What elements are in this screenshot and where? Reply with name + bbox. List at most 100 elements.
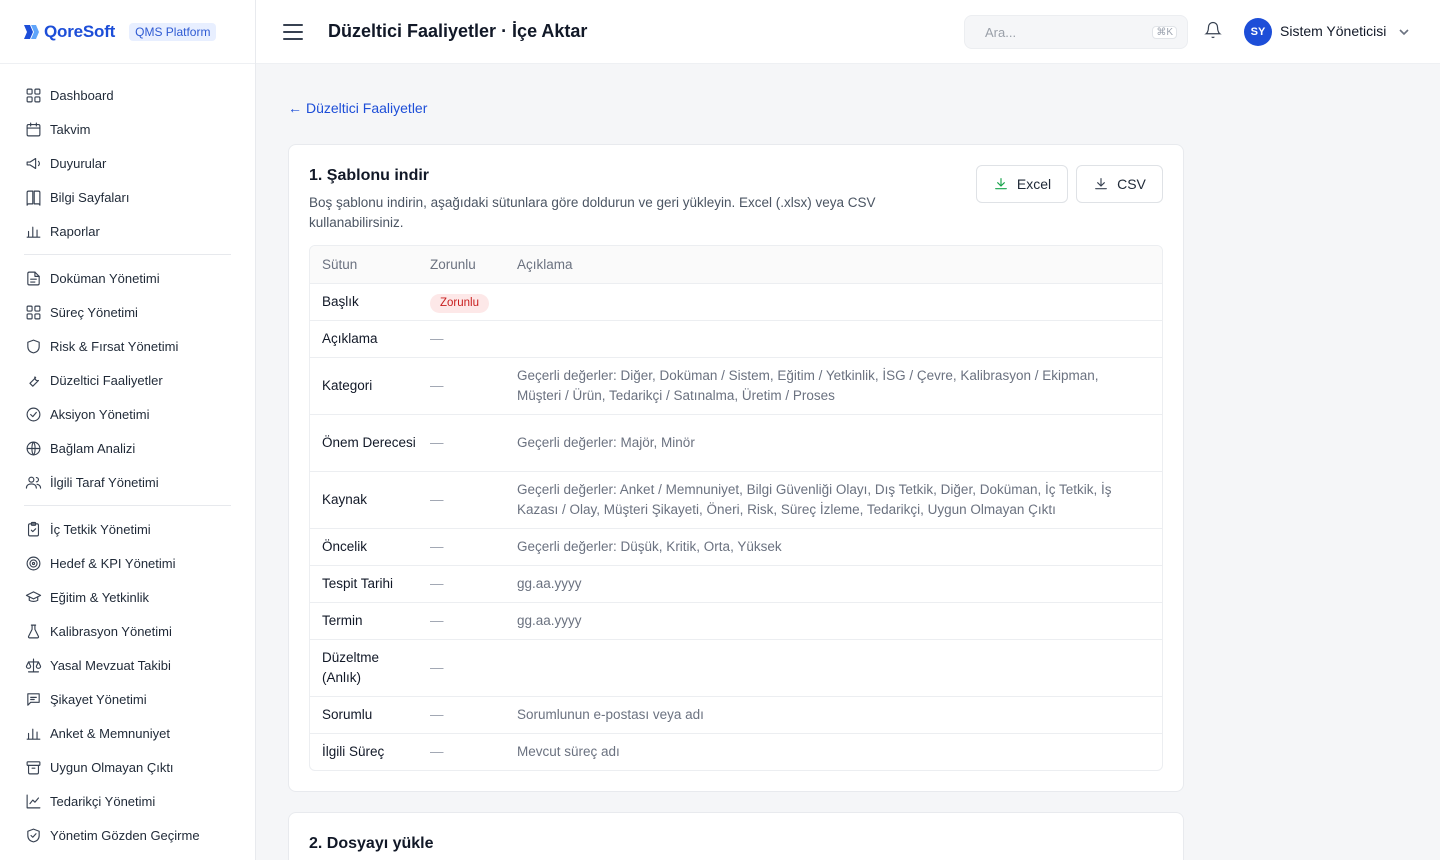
notifications-button[interactable] <box>1204 21 1224 41</box>
sidebar-item-label: Duyurular <box>50 155 107 171</box>
sidebar: QoreSoft QMS Platform Dashboard Takvim Duy… <box>0 0 256 860</box>
target-icon <box>24 554 42 572</box>
brand-header: QoreSoft QMS Platform <box>0 0 255 64</box>
sidebar-item-dashboard[interactable]: Dashboard <box>0 78 255 112</box>
bar-chart-icon <box>24 724 42 742</box>
topbar: Düzeltici Faaliyetler · İçe Aktar ⌘K SY … <box>256 0 1440 64</box>
back-link[interactable]: ← Düzeltici Faaliyetler <box>288 100 427 116</box>
calendar-icon <box>24 120 42 138</box>
sidebar-item-e-itim-yetkinlik[interactable]: Eğitim & Yetkinlik <box>0 580 255 614</box>
description-cell: Geçerli değerler: Majör, Minör <box>517 435 695 450</box>
megaphone-icon <box>24 154 42 172</box>
required-badge: Zorunlu <box>430 293 489 313</box>
sidebar-item-s-re-y-netimi[interactable]: Süreç Yönetimi <box>0 295 255 329</box>
column-name-cell: Düzeltme (Anlık) <box>322 650 380 685</box>
wrench-icon <box>24 371 42 389</box>
sidebar-item-label: Yönetim Gözden Geçirme <box>50 827 200 843</box>
table-header-row: Sütun Zorunlu Açıklama <box>310 246 1162 283</box>
required-cell: — <box>430 435 444 450</box>
column-name-cell: Kategori <box>322 378 373 393</box>
sidebar-item-ba-lam-analizi[interactable]: Bağlam Analizi <box>0 431 255 465</box>
sidebar-item-label: İç Tetkik Yönetimi <box>50 521 151 537</box>
table-row: Tespit Tarihi — gg.aa.yyyy <box>310 565 1162 602</box>
avatar[interactable]: SY <box>1244 18 1272 46</box>
download-icon <box>994 178 1007 190</box>
column-name-cell: İlgili Süreç <box>322 744 385 759</box>
sidebar-item-uygun-olmayan-kt[interactable]: Uygun Olmayan Çıktı <box>0 750 255 784</box>
user-name[interactable]: Sistem Yöneticisi <box>1280 23 1386 39</box>
sidebar-item-label: Raporlar <box>50 223 100 239</box>
sidebar-item-takvim[interactable]: Takvim <box>0 112 255 146</box>
menu-toggle-button[interactable] <box>283 23 303 40</box>
required-cell: — <box>430 331 444 346</box>
line-chart-icon <box>24 792 42 810</box>
shield-check-icon <box>24 826 42 844</box>
sidebar-item-label: Süreç Yönetimi <box>50 304 138 320</box>
grid-icon <box>24 86 42 104</box>
users-icon <box>24 473 42 491</box>
download-excel-button[interactable]: Excel <box>976 165 1068 203</box>
file-upload-card: 2. Dosyayı yükle <box>288 812 1184 860</box>
table-row: Açıklama — <box>310 320 1162 357</box>
column-name-cell: Tespit Tarihi <box>322 576 394 591</box>
description-cell: Geçerli değerler: Düşük, Kritik, Orta, Y… <box>517 539 782 554</box>
main-content: ← Düzeltici Faaliyetler 1. Şablonu indir… <box>256 64 1440 860</box>
required-cell: — <box>430 576 444 591</box>
required-cell: — <box>430 744 444 759</box>
sidebar-divider <box>24 254 231 255</box>
column-header: Sütun <box>322 256 358 272</box>
hamburger-line <box>283 30 303 33</box>
sidebar-item-i-tetkik-y-netimi[interactable]: İç Tetkik Yönetimi <box>0 512 255 546</box>
sidebar-item-raporlar[interactable]: Raporlar <box>0 214 255 248</box>
bell-icon <box>1204 21 1222 39</box>
sidebar-item-label: Takvim <box>50 121 91 137</box>
table-row: Düzeltme (Anlık) — <box>310 639 1162 696</box>
column-name-cell: Kaynak <box>322 492 368 507</box>
sidebar-item-label: Kalibrasyon Yönetimi <box>50 623 172 639</box>
description-cell: Mevcut süreç adı <box>517 744 620 759</box>
csv-label: CSV <box>1117 176 1146 192</box>
sidebar-item-y-netim-g-zden-ge-irme[interactable]: Yönetim Gözden Geçirme <box>0 818 255 852</box>
sidebar-item-dok-man-y-netimi[interactable]: Doküman Yönetimi <box>0 261 255 295</box>
brand-name: QoreSoft <box>44 21 116 41</box>
scale-icon <box>24 656 42 674</box>
sidebar-item-yasal-mevzuat-takibi[interactable]: Yasal Mevzuat Takibi <box>0 648 255 682</box>
sidebar-item-kalibrasyon-y-netimi[interactable]: Kalibrasyon Yönetimi <box>0 614 255 648</box>
table-row: Termin — gg.aa.yyyy <box>310 602 1162 639</box>
chevron-down-icon[interactable] <box>1398 25 1410 37</box>
hamburger-line <box>283 23 303 26</box>
globe-icon <box>24 439 42 457</box>
sidebar-item-label: Şikayet Yönetimi <box>50 691 147 707</box>
back-link-label: Düzeltici Faaliyetler <box>306 100 428 116</box>
sidebar-item-duyurular[interactable]: Duyurular <box>0 146 255 180</box>
columns-table: Sütun Zorunlu Açıklama Başlık Zorunlu Açık… <box>309 245 1163 771</box>
page-title: Düzeltici Faaliyetler · İçe Aktar <box>328 21 588 41</box>
graduation-cap-icon <box>24 588 42 606</box>
required-cell: Zorunlu <box>418 292 505 313</box>
sidebar-item-bilgi-sayfalar[interactable]: Bilgi Sayfaları <box>0 180 255 214</box>
column-name-cell: Önem Derecesi <box>322 435 416 450</box>
brand-logo[interactable]: QoreSoft <box>20 22 115 42</box>
step1-description: Boş şablonu indirin, aşağıdaki sütunlara… <box>309 195 876 230</box>
search-shortcut-hint: ⌘K <box>1152 25 1177 39</box>
description-cell: Geçerli değerler: Anket / Memnuniyet, Bi… <box>517 482 1112 517</box>
message-icon <box>24 690 42 708</box>
sidebar-item-d-zeltici-faaliyetler[interactable]: Düzeltici Faaliyetler <box>0 363 255 397</box>
sidebar-item-tedarik-i-y-netimi[interactable]: Tedarikçi Yönetimi <box>0 784 255 818</box>
table-row: İlgili Süreç — Mevcut süreç adı <box>310 733 1162 770</box>
archive-icon <box>24 758 42 776</box>
required-cell: — <box>430 492 444 507</box>
sidebar-item-i-lgili-taraf-y-netimi[interactable]: İlgili Taraf Yönetimi <box>0 465 255 499</box>
search-input[interactable] <box>985 24 1135 40</box>
description-cell: gg.aa.yyyy <box>517 613 582 628</box>
download-csv-button[interactable]: CSV <box>1076 165 1163 203</box>
bar-chart-icon <box>24 222 42 240</box>
sidebar-item-hedef-kpi-y-netimi[interactable]: Hedef & KPI Yönetimi <box>0 546 255 580</box>
sidebar-item-label: Bilgi Sayfaları <box>50 189 130 205</box>
sidebar-item-anket-memnuniyet[interactable]: Anket & Memnuniyet <box>0 716 255 750</box>
sidebar-item-aksiyon-y-netimi[interactable]: Aksiyon Yönetimi <box>0 397 255 431</box>
sidebar-item-risk-f-rsat-y-netimi[interactable]: Risk & Fırsat Yönetimi <box>0 329 255 363</box>
required-cell: — <box>430 378 444 393</box>
search-box[interactable]: ⌘K <box>964 15 1188 49</box>
sidebar-item-ikayet-y-netimi[interactable]: Şikayet Yönetimi <box>0 682 255 716</box>
